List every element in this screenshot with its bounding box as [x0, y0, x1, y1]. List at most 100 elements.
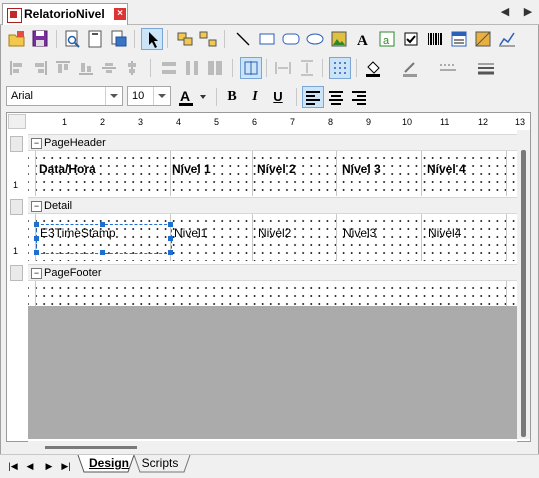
align-text-right-button[interactable] [348, 86, 370, 108]
text-icon[interactable]: A [352, 28, 374, 50]
collapse-icon[interactable]: − [31, 268, 42, 279]
document-tab[interactable]: RelatorioNivel × [2, 3, 128, 25]
page-header-band[interactable]: Data/Hora Nível 1 Nível 2 Nível 3 Nível … [28, 151, 517, 196]
grid-toggle-icon[interactable] [329, 57, 351, 79]
text-box-icon[interactable]: a [376, 28, 398, 50]
close-tab-icon[interactable]: × [114, 8, 126, 20]
prev-tab-icon[interactable]: ◀ [24, 460, 36, 472]
print-icon[interactable] [107, 28, 129, 50]
ruler-mark: 13 [515, 117, 526, 127]
same-width-icon[interactable] [158, 57, 180, 79]
resize-handle[interactable] [34, 236, 39, 241]
fill-color-icon[interactable] [362, 57, 384, 79]
rectangle-icon[interactable] [256, 28, 278, 50]
ruler-mark: 2 [100, 117, 106, 127]
save-icon[interactable] [29, 28, 51, 50]
line-icon[interactable] [232, 28, 254, 50]
subreport-icon[interactable] [448, 28, 470, 50]
horizontal-scrollbar-thumb[interactable] [45, 446, 137, 449]
detail-field[interactable]: Nivel4 [428, 226, 461, 240]
align-bottom-icon[interactable] [75, 57, 97, 79]
vruler-mark: 1 [13, 180, 19, 190]
align-text-center-button[interactable] [325, 86, 347, 108]
page-footer-band[interactable] [28, 281, 517, 306]
header-cell[interactable]: Nível 2 [257, 162, 296, 176]
group-icon[interactable] [174, 28, 196, 50]
barcode-icon[interactable] [424, 28, 446, 50]
last-tab-icon[interactable]: ▶| [60, 460, 72, 472]
first-tab-icon[interactable]: |◀ [7, 460, 19, 472]
checkbox-icon[interactable] [400, 28, 422, 50]
ellipse-icon[interactable] [304, 28, 326, 50]
page-header-band-title[interactable]: − PageHeader [28, 134, 517, 151]
horizontal-ruler: 1 2 3 4 5 6 7 8 9 10 11 12 13 [28, 115, 530, 130]
header-cell[interactable]: Nível 3 [342, 162, 381, 176]
align-left-icon[interactable] [6, 57, 28, 79]
tab-scripts[interactable]: Scripts [138, 455, 182, 472]
page-setup-icon[interactable] [84, 28, 106, 50]
resize-handle[interactable] [168, 236, 173, 241]
bold-button[interactable]: B [221, 86, 243, 108]
ruler-mark: 5 [214, 117, 220, 127]
unused-page-area [28, 306, 517, 439]
select-pointer-icon[interactable] [141, 28, 163, 50]
italic-button[interactable]: I [244, 86, 266, 108]
detail-band-title[interactable]: − Detail [28, 197, 517, 214]
ruler-mark: 11 [440, 117, 450, 127]
detail-field[interactable]: Nivel2 [258, 226, 291, 240]
resize-handle[interactable] [34, 250, 39, 255]
vertical-ruler: 1 1 [8, 130, 26, 440]
horizontal-spacing-icon[interactable] [272, 57, 294, 79]
resize-handle[interactable] [168, 222, 173, 227]
font-color-button[interactable]: A [176, 86, 212, 108]
ruler-mark: 7 [290, 117, 296, 127]
preview-icon[interactable] [61, 28, 83, 50]
chevron-down-icon[interactable] [153, 87, 170, 105]
chevron-down-icon[interactable] [105, 87, 122, 105]
underline-button[interactable]: U [267, 86, 289, 108]
same-height-icon[interactable] [181, 57, 203, 79]
resize-handle[interactable] [34, 222, 39, 227]
ruler-corner [8, 114, 26, 129]
open-icon[interactable] [6, 28, 28, 50]
toolbar-main: A a [4, 26, 534, 52]
scroll-tabs-right-icon[interactable]: ▶ [521, 5, 535, 19]
line-color-icon[interactable] [399, 57, 421, 79]
vertical-spacing-icon[interactable] [296, 57, 318, 79]
font-family-select[interactable]: Arial [6, 86, 123, 106]
resize-handle[interactable] [168, 250, 173, 255]
header-cell[interactable]: Nível 1 [172, 162, 211, 176]
scroll-tabs-left-icon[interactable]: ◀ [498, 5, 512, 19]
image-icon[interactable] [328, 28, 350, 50]
vertical-scrollbar-thumb[interactable] [521, 150, 526, 437]
detail-field[interactable]: Nivel1 [174, 226, 207, 240]
header-cell[interactable]: Data/Hora [39, 162, 96, 176]
align-right-icon[interactable] [29, 57, 51, 79]
resize-handle[interactable] [100, 250, 105, 255]
detail-field[interactable]: Nivel3 [343, 226, 376, 240]
rounded-rectangle-icon[interactable] [280, 28, 302, 50]
collapse-icon[interactable]: − [31, 201, 42, 212]
same-size-icon[interactable] [204, 57, 226, 79]
page-header-label: PageHeader [44, 137, 106, 149]
align-center-vertical-icon[interactable] [98, 57, 120, 79]
ruler-mark: 10 [402, 117, 413, 127]
center-in-band-icon[interactable] [240, 57, 262, 79]
align-text-left-button[interactable] [302, 86, 324, 108]
font-size-select[interactable]: 10 [127, 86, 171, 106]
collapse-icon[interactable]: − [31, 138, 42, 149]
page-footer-band-title[interactable]: − PageFooter [28, 264, 517, 281]
shape-pattern-icon[interactable] [472, 28, 494, 50]
align-top-icon[interactable] [52, 57, 74, 79]
align-center-horizontal-icon[interactable] [121, 57, 143, 79]
tab-design[interactable]: Design [84, 455, 134, 472]
ungroup-icon[interactable] [197, 28, 219, 50]
ruler-mark: 4 [176, 117, 182, 127]
line-style-icon[interactable] [437, 57, 459, 79]
chart-icon[interactable] [496, 28, 518, 50]
line-width-icon[interactable] [475, 57, 497, 79]
next-tab-icon[interactable]: ▶ [43, 460, 55, 472]
header-cell[interactable]: Nível 4 [427, 162, 466, 176]
detail-band[interactable]: E3TimeStamp Nivel1 Nivel2 Nivel3 Nivel4 [28, 214, 517, 261]
detail-field[interactable]: E3TimeStamp [40, 226, 116, 240]
